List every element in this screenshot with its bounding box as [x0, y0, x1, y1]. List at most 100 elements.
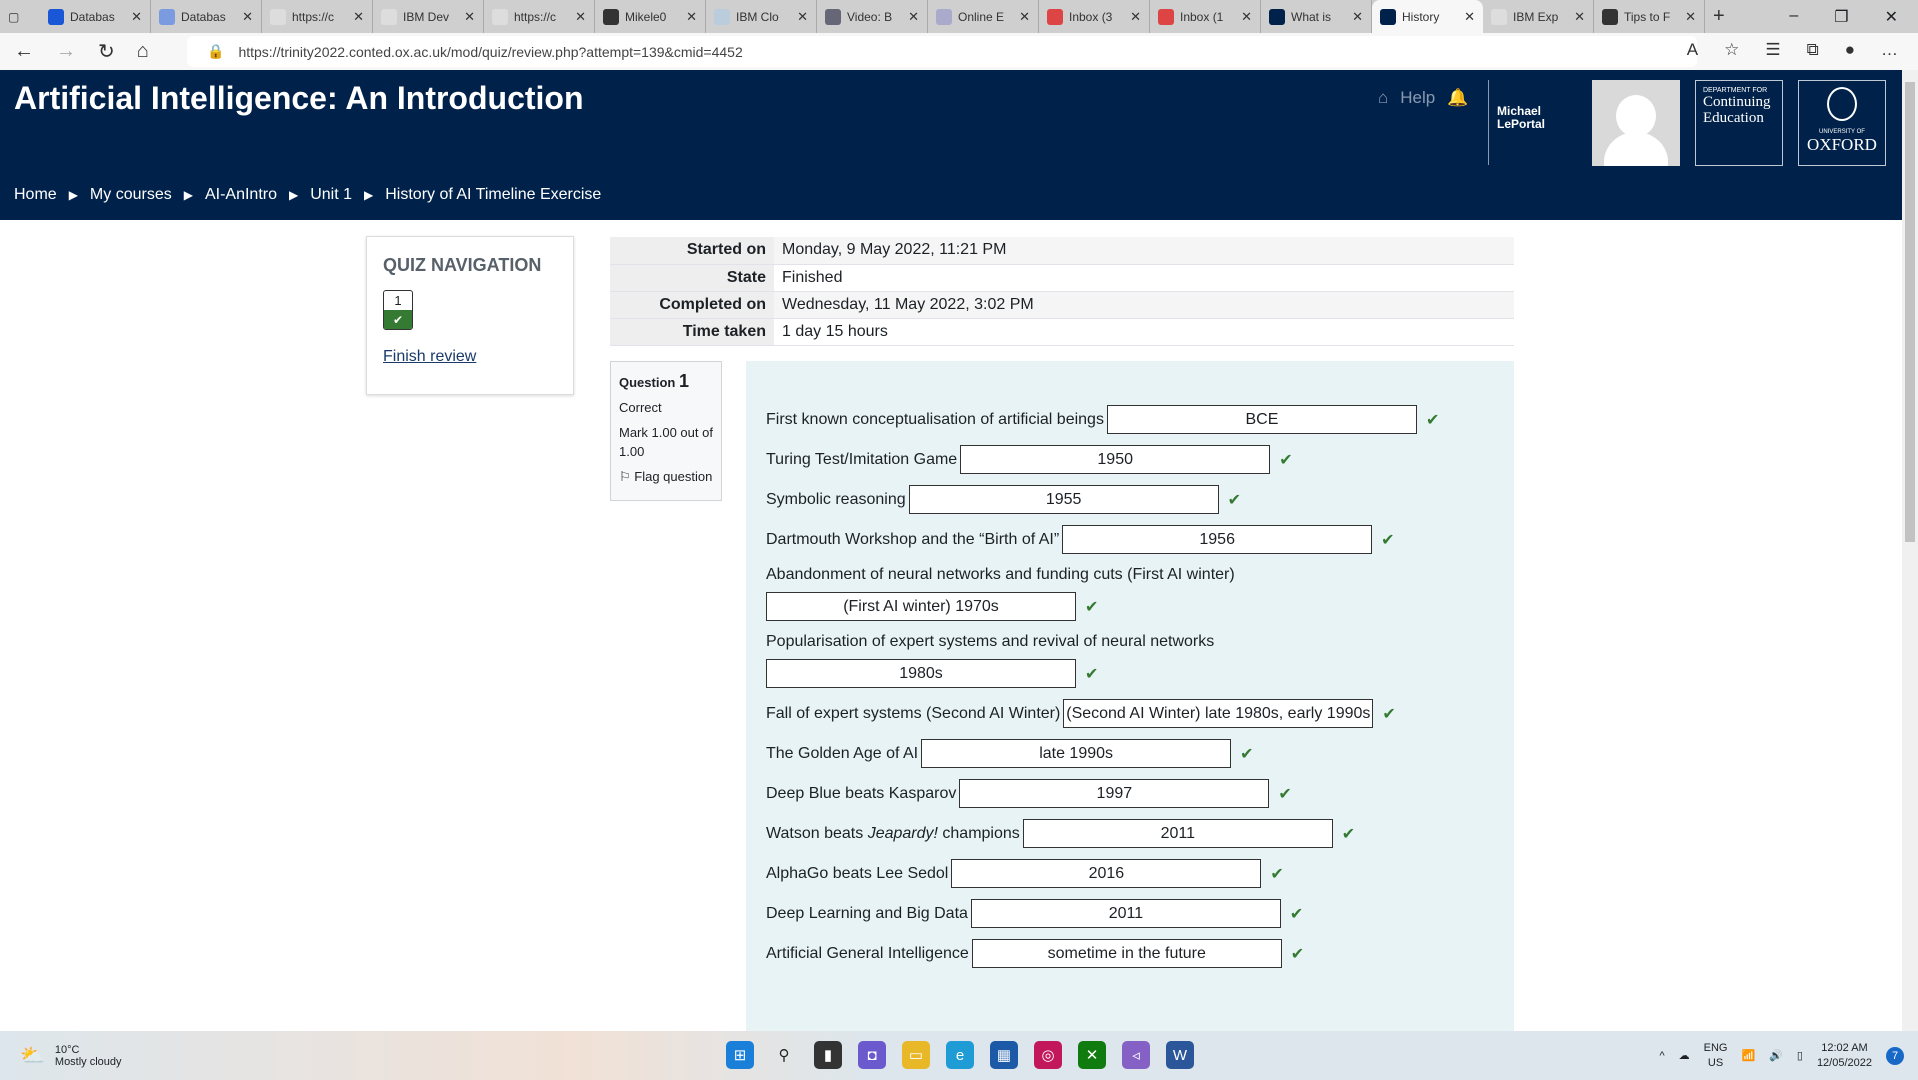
answer-box[interactable]: 2016: [951, 859, 1262, 888]
answer-box[interactable]: (Second AI Winter) late 1980s, early 199…: [1063, 699, 1374, 728]
close-tab-icon[interactable]: ✕: [353, 9, 364, 25]
profile-icon[interactable]: ●: [1845, 40, 1855, 60]
gmail-icon: [1158, 8, 1174, 25]
answer-box[interactable]: (First AI winter) 1970s: [766, 592, 1076, 621]
home-icon[interactable]: ⌂: [1378, 88, 1388, 108]
close-tab-icon[interactable]: ✕: [1685, 9, 1696, 25]
chat-icon[interactable]: ◘: [858, 1041, 886, 1069]
answer-box[interactable]: late 1990s: [921, 739, 1232, 768]
store-icon[interactable]: ▦: [990, 1041, 1018, 1069]
browser-tab[interactable]: Mikele0 ✕: [595, 0, 706, 33]
language-indicator[interactable]: ENG US: [1704, 1041, 1728, 1071]
browser-tab[interactable]: Databas ✕: [40, 0, 151, 33]
dce-logo[interactable]: DEPARTMENT FOR Continuing Education: [1695, 80, 1783, 166]
answer-box[interactable]: BCE: [1106, 405, 1417, 434]
browser-tab[interactable]: Tips to F ✕: [1594, 0, 1705, 33]
add-favorite-icon[interactable]: ☆: [1724, 40, 1739, 60]
close-tab-icon[interactable]: ✕: [242, 9, 253, 25]
check-icon: ✔: [1425, 411, 1440, 429]
flag-question[interactable]: ⚐ Flag question: [619, 467, 713, 486]
close-tab-icon[interactable]: ✕: [1241, 9, 1252, 25]
browser-tab[interactable]: IBM Dev ✕: [373, 0, 484, 33]
close-tab-icon[interactable]: ✕: [464, 9, 475, 25]
browser-tab[interactable]: Databas ✕: [151, 0, 262, 33]
help-link[interactable]: Help: [1400, 88, 1435, 108]
answer-box[interactable]: 1956: [1062, 525, 1373, 554]
breadcrumb-link[interactable]: My courses: [90, 186, 172, 204]
question-nav-button[interactable]: 1 ✔: [383, 290, 413, 330]
more-icon[interactable]: …: [1881, 40, 1898, 60]
close-tab-icon[interactable]: ✕: [797, 9, 808, 25]
close-tab-icon[interactable]: ✕: [686, 9, 697, 25]
restore-icon[interactable]: ❐: [1834, 7, 1848, 27]
edge-icon[interactable]: e: [946, 1041, 974, 1069]
tab-actions-icon[interactable]: ▢: [0, 0, 40, 33]
breadcrumb-link[interactable]: Home: [14, 186, 57, 204]
close-tab-icon[interactable]: ✕: [1130, 9, 1141, 25]
url-bar[interactable]: 🔒 https://trinity2022.conted.ox.ac.uk/mod…: [187, 36, 1697, 67]
chevron-up-icon[interactable]: ^: [1659, 1049, 1664, 1064]
browser-tab[interactable]: History ✕: [1372, 0, 1483, 33]
oxford-logo[interactable]: UNIVERSITY OF OXFORD: [1798, 80, 1886, 166]
answer-box[interactable]: 2011: [970, 899, 1281, 928]
wifi-icon[interactable]: 📶: [1741, 1049, 1755, 1064]
question-info: Question 1 Correct Mark 1.00 out of 1.00…: [610, 361, 722, 501]
browser-tab[interactable]: IBM Exp ✕: [1483, 0, 1594, 33]
answer-box[interactable]: 1997: [959, 779, 1270, 808]
weather-widget[interactable]: ⛅ 10°C Mostly cloudy: [20, 1043, 122, 1068]
word-icon[interactable]: W: [1166, 1041, 1194, 1069]
address-toolbar: ← → ↻ ⌂ 🔒 https://trinity2022.conted.ox.a…: [0, 33, 1918, 70]
answer-box[interactable]: 2011: [1022, 819, 1333, 848]
start-icon[interactable]: ⊞: [726, 1041, 754, 1069]
back-icon[interactable]: ←: [14, 40, 34, 63]
visual-studio-icon[interactable]: ◃: [1122, 1041, 1150, 1069]
breadcrumb-link[interactable]: Unit 1: [310, 186, 352, 204]
favorites-icon[interactable]: ☰: [1765, 40, 1780, 60]
volume-icon[interactable]: 🔊: [1769, 1049, 1783, 1064]
user-name[interactable]: Michael LePortal: [1497, 105, 1545, 131]
answer-box[interactable]: sometime in the future: [971, 939, 1282, 968]
browser-tab[interactable]: Online E ✕: [928, 0, 1039, 33]
battery-icon[interactable]: ▯: [1797, 1049, 1803, 1064]
close-tab-icon[interactable]: ✕: [1019, 9, 1030, 25]
close-tab-icon[interactable]: ✕: [575, 9, 586, 25]
home-icon[interactable]: ⌂: [137, 40, 149, 63]
browser-tab[interactable]: Inbox (1 ✕: [1150, 0, 1261, 33]
browser-tab[interactable]: https://c ✕: [262, 0, 373, 33]
browser-tab[interactable]: Inbox (3 ✕: [1039, 0, 1150, 33]
close-tab-icon[interactable]: ✕: [1352, 9, 1363, 25]
onedrive-icon[interactable]: ☁: [1679, 1049, 1690, 1064]
close-tab-icon[interactable]: ✕: [1574, 9, 1585, 25]
answer-box[interactable]: 1980s: [766, 659, 1076, 688]
browser-tab[interactable]: What is ✕: [1261, 0, 1372, 33]
breadcrumb-link[interactable]: AI-AnIntro: [205, 186, 277, 204]
reload-icon[interactable]: ↻: [98, 39, 115, 64]
new-tab-button[interactable]: +: [1705, 0, 1745, 33]
search-icon[interactable]: ⚲: [770, 1041, 798, 1069]
podcast-icon[interactable]: ◎: [1034, 1041, 1062, 1069]
read-aloud-icon[interactable]: A: [1687, 40, 1698, 60]
finish-review-link[interactable]: Finish review: [383, 348, 557, 366]
xbox-icon[interactable]: ✕: [1078, 1041, 1106, 1069]
clock[interactable]: 12:02 AM 12/05/2022: [1817, 1041, 1872, 1071]
forward-icon[interactable]: →: [56, 40, 76, 63]
collections-icon[interactable]: ⧉: [1807, 40, 1819, 60]
avatar[interactable]: [1592, 80, 1680, 166]
minimize-icon[interactable]: –: [1789, 7, 1798, 27]
lock-icon[interactable]: 🔒: [207, 43, 224, 60]
answer-box[interactable]: 1955: [908, 485, 1219, 514]
browser-tab[interactable]: Video: B ✕: [817, 0, 928, 33]
file-explorer-icon[interactable]: ▭: [902, 1041, 930, 1069]
browser-tab[interactable]: IBM Clo ✕: [706, 0, 817, 33]
close-tab-icon[interactable]: ✕: [1464, 9, 1475, 25]
close-tab-icon[interactable]: ✕: [131, 9, 142, 25]
notification-badge[interactable]: 7: [1886, 1047, 1904, 1065]
bell-icon[interactable]: 🔔: [1447, 88, 1468, 108]
close-tab-icon[interactable]: ✕: [908, 9, 919, 25]
breadcrumb-link[interactable]: History of AI Timeline Exercise: [385, 186, 601, 204]
scrollbar[interactable]: [1902, 70, 1918, 1031]
close-window-icon[interactable]: ✕: [1885, 7, 1898, 27]
browser-tab[interactable]: https://c ✕: [484, 0, 595, 33]
task-view-icon[interactable]: ▮: [814, 1041, 842, 1069]
answer-box[interactable]: 1950: [960, 445, 1271, 474]
